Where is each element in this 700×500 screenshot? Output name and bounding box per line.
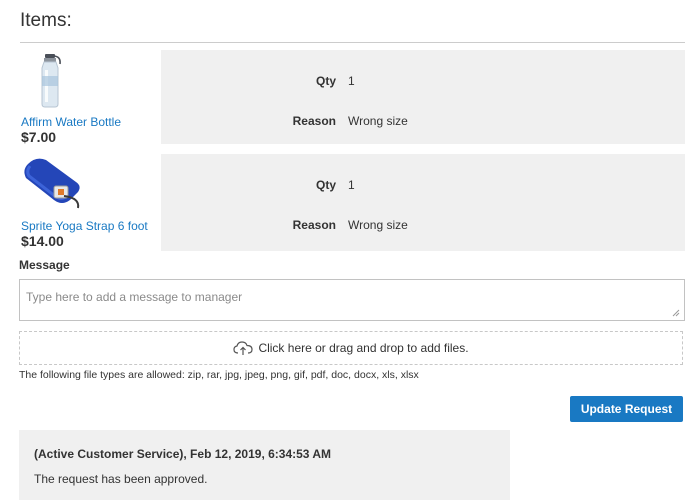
product-name-link[interactable]: Affirm Water Bottle bbox=[21, 115, 121, 129]
reason-value: Wrong size bbox=[348, 218, 408, 232]
yoga-strap-icon[interactable] bbox=[20, 156, 82, 212]
allowed-file-types: The following file types are allowed: zi… bbox=[19, 369, 419, 381]
dropzone-content: Click here or drag and drop to add files… bbox=[20, 340, 682, 356]
history-entry-header: (Active Customer Service), Feb 12, 2019,… bbox=[34, 447, 332, 461]
item-details-panel: Qty 1 Reason Wrong size bbox=[161, 154, 685, 251]
request-history-entry: (Active Customer Service), Feb 12, 2019,… bbox=[19, 430, 510, 500]
file-dropzone[interactable]: Click here or drag and drop to add files… bbox=[19, 331, 683, 365]
message-label: Message bbox=[19, 258, 70, 272]
qty-label: Qty bbox=[315, 74, 336, 88]
item-details-panel: Qty 1 Reason Wrong size bbox=[161, 50, 685, 144]
product-name-link[interactable]: Sprite Yoga Strap 6 foot bbox=[21, 219, 148, 233]
dropzone-text: Click here or drag and drop to add files… bbox=[258, 341, 469, 355]
update-request-button[interactable]: Update Request bbox=[570, 396, 683, 422]
reason-label: Reason bbox=[292, 114, 336, 128]
product-price: $7.00 bbox=[21, 129, 57, 145]
reason-value: Wrong size bbox=[348, 114, 408, 128]
item-product-info: Affirm Water Bottle $7.00 bbox=[20, 50, 160, 145]
return-item-row: Affirm Water Bottle $7.00 Qty 1 Reason W… bbox=[20, 50, 685, 145]
message-input[interactable] bbox=[19, 279, 685, 321]
qty-label: Qty bbox=[315, 178, 336, 192]
item-product-info: Sprite Yoga Strap 6 foot $14.00 bbox=[20, 154, 160, 251]
items-divider bbox=[20, 42, 685, 43]
cloud-upload-icon bbox=[233, 341, 254, 355]
qty-value: 1 bbox=[348, 74, 355, 88]
qty-value: 1 bbox=[348, 178, 355, 192]
resize-handle-icon[interactable] bbox=[672, 309, 680, 317]
return-item-row: Sprite Yoga Strap 6 foot $14.00 Qty 1 Re… bbox=[20, 154, 685, 251]
reason-label: Reason bbox=[292, 218, 336, 232]
items-title: Items: bbox=[20, 10, 72, 31]
water-bottle-icon[interactable] bbox=[20, 52, 82, 108]
product-price: $14.00 bbox=[21, 233, 64, 249]
history-entry-text: The request has been approved. bbox=[34, 472, 208, 486]
